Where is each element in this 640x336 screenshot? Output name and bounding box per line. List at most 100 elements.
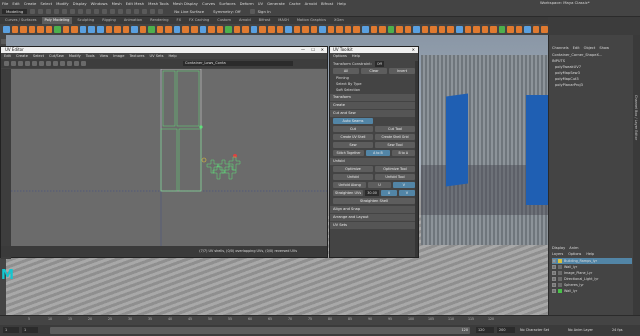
menu-surfaces[interactable]: Surfaces	[219, 1, 235, 6]
sew-button[interactable]: Sew	[333, 142, 373, 148]
menu-display[interactable]: Display	[73, 1, 87, 6]
shelf-tool-icon[interactable]	[370, 26, 378, 33]
layer-color-swatch[interactable]	[558, 277, 562, 281]
render-settings-icon[interactable]	[150, 8, 156, 14]
uv-canvas[interactable]	[11, 69, 327, 246]
shelf-tool-icon[interactable]	[336, 26, 343, 33]
shelf-tool-icon[interactable]	[233, 26, 241, 33]
shelf-tool-icon[interactable]	[250, 26, 258, 33]
selected-object-name[interactable]: Container_Corner_ShapeX...	[552, 53, 602, 57]
shelf-tool-icon[interactable]	[3, 26, 10, 33]
shelf-tool-icon[interactable]	[97, 26, 104, 33]
optimize-tool-button[interactable]: Optimize Tool	[375, 166, 415, 172]
input-node[interactable]: polyMapSew3	[552, 71, 580, 75]
shelf-tool-icon[interactable]	[156, 26, 164, 33]
shelf-tab-curves-surfaces[interactable]: Curves / Surfaces	[2, 17, 40, 24]
workspace-selector[interactable]: Workspace: Maya Classic*	[540, 0, 590, 5]
playback-end-field[interactable]: 120	[476, 327, 494, 333]
menu-help[interactable]: Help	[337, 1, 346, 6]
shelf-tool-icon[interactable]	[413, 26, 420, 33]
render-icon[interactable]	[134, 8, 140, 14]
uv-toolkit-scrollbar[interactable]	[415, 61, 418, 257]
shelf-tool-icon[interactable]	[515, 26, 523, 33]
shelf-tool-icon[interactable]	[285, 26, 292, 33]
menu-bifrost[interactable]: Bifrost	[321, 1, 333, 6]
shelf-tool-icon[interactable]	[302, 26, 309, 33]
shelf-tab-bifrost[interactable]: Bifrost	[256, 17, 274, 24]
menu-file[interactable]: File	[2, 1, 8, 6]
menu-mesh-tools[interactable]: Mesh Tools	[148, 1, 169, 6]
cut-and-sew-section[interactable]: Cut and Sew	[330, 110, 418, 117]
cut-tool-button[interactable]: Cut Tool	[375, 126, 415, 132]
ipr-render-icon[interactable]	[142, 8, 148, 14]
uv-menu-uv-sets[interactable]: UV Sets	[149, 54, 163, 58]
shelf-tool-icon[interactable]	[319, 26, 326, 33]
shelf-tool-icon[interactable]	[28, 26, 36, 33]
frame-range-bar[interactable]: 120	[50, 327, 470, 334]
create-uv-shell-button[interactable]: Create UV Shell	[333, 134, 373, 140]
layer-menu-help[interactable]: Help	[586, 252, 594, 256]
shelf-tab-rendering[interactable]: Rendering	[147, 17, 171, 24]
shelf-tool-icon[interactable]	[131, 26, 138, 33]
input-node[interactable]: polyTweakUV7	[552, 65, 581, 69]
shelf-tab-rigging[interactable]: Rigging	[99, 17, 119, 24]
viewport-blue-container[interactable]	[446, 93, 468, 187]
shelf-tool-icon[interactable]	[148, 26, 155, 33]
shelf-tool-icon[interactable]	[396, 26, 403, 33]
uv-menu-select[interactable]: Select	[33, 54, 44, 58]
layer-row[interactable]: V Wall_lyr	[552, 288, 632, 294]
new-scene-icon[interactable]	[30, 8, 36, 14]
straighten-uvs-button[interactable]: Straighten UVs	[333, 190, 364, 196]
shelf-tool-icon[interactable]	[191, 26, 198, 33]
shelf-tab-mash[interactable]: MASH	[275, 17, 292, 24]
stitch-a-to-b-button[interactable]: A to B	[366, 150, 390, 156]
menu-deform[interactable]: Deform	[240, 1, 254, 6]
channel-tab-edit[interactable]: Edit	[573, 46, 580, 50]
input-node[interactable]: polyMapCut3	[552, 77, 579, 81]
undo-icon[interactable]	[54, 8, 60, 14]
shelf-tool-icon[interactable]	[327, 26, 335, 33]
layer-visibility-toggle[interactable]: V	[552, 289, 556, 293]
toolkit-menu-help[interactable]: Help	[352, 54, 360, 58]
menu-mesh-display[interactable]: Mesh Display	[173, 1, 198, 6]
shelf-tool-icon[interactable]	[88, 26, 96, 33]
uv-menu-help[interactable]: Help	[168, 54, 176, 58]
shelf-tool-icon[interactable]	[379, 26, 386, 33]
shelf-tool-icon[interactable]	[361, 26, 369, 33]
symmetry-dropdown[interactable]: Symmetry: Off	[213, 9, 241, 14]
straighten-angle-field[interactable]: 30.00	[365, 190, 379, 196]
shelf-tab-fx-caching[interactable]: FX Caching	[186, 17, 212, 24]
channel-tab-show[interactable]: Show	[599, 46, 609, 50]
menu-curves[interactable]: Curves	[202, 1, 215, 6]
shelf-tool-icon[interactable]	[430, 26, 437, 33]
shelf-tool-icon[interactable]	[105, 26, 113, 33]
shelf-tool-icon[interactable]	[387, 26, 395, 33]
redo-icon[interactable]	[62, 8, 68, 14]
save-scene-icon[interactable]	[46, 8, 52, 14]
shelf-tool-icon[interactable]	[404, 26, 412, 33]
shelf-tool-icon[interactable]	[421, 26, 429, 33]
straighten-v-button[interactable]: V	[398, 190, 416, 196]
menu-select[interactable]: Select	[40, 1, 52, 6]
character-set-dropdown[interactable]: No Character Set	[520, 328, 549, 332]
alpha-channel-icon[interactable]	[67, 61, 72, 66]
uv-menu-textures[interactable]: Textures	[129, 54, 144, 58]
anim-layer-dropdown[interactable]: No Anim Layer	[568, 328, 593, 332]
rgb-channels-icon[interactable]	[60, 61, 65, 66]
start-time-field[interactable]: 1	[3, 327, 19, 333]
layer-color-swatch[interactable]	[558, 271, 562, 275]
shelf-tab-fx[interactable]: FX	[174, 17, 185, 24]
shelf-tool-icon[interactable]	[276, 26, 284, 33]
menu-arnold[interactable]: Arnold	[305, 1, 317, 6]
layer-color-swatch[interactable]	[558, 289, 562, 293]
align-snap-section[interactable]: Align and Snap	[330, 206, 418, 213]
shelf-tool-icon[interactable]	[455, 26, 463, 33]
stitch-together-button[interactable]: Stitch Together	[333, 150, 365, 156]
uv-menu-create[interactable]: Create	[16, 54, 28, 58]
playback-start-field[interactable]: 1	[22, 327, 38, 333]
image-display-icon[interactable]	[39, 61, 44, 66]
shelf-tool-icon[interactable]	[344, 26, 352, 33]
texture-dropdown[interactable]: Container_Lows_Conta	[183, 61, 293, 66]
shelf-tool-icon[interactable]	[71, 26, 78, 33]
shelf-tool-icon[interactable]	[79, 26, 87, 33]
